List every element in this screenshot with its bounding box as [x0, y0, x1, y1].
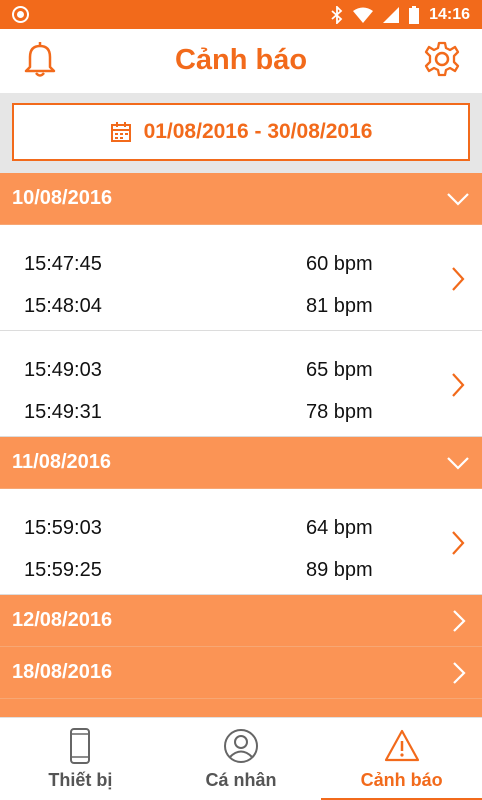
alert-value: 78 bpm	[306, 401, 373, 423]
alert-time: 15:49:31	[24, 401, 102, 423]
chevron-right-icon	[452, 267, 465, 291]
status-icons: 14:16	[331, 0, 470, 29]
alert-time: 15:59:25	[24, 559, 102, 581]
group-header[interactable]: 12/08/2016	[0, 595, 482, 647]
tab-alerts[interactable]: Cảnh báo	[321, 718, 482, 800]
tab-label: Thiết bị	[48, 770, 113, 790]
status-time: 14:16	[429, 5, 470, 23]
group-date: 12/08/2016	[12, 609, 113, 631]
chevron-right-icon	[453, 610, 466, 632]
chevron-right-icon	[452, 531, 465, 555]
alert-time: 15:48:04	[24, 295, 102, 317]
alert-value: 89 bpm	[306, 559, 373, 581]
group-date: 11/08/2016	[12, 451, 111, 473]
chevron-down-icon	[447, 457, 469, 470]
alert-list: 10/08/2016 15:47:45 60 bpm 15:48:04 81 b…	[0, 173, 482, 717]
page-title: Cảnh báo	[174, 44, 308, 76]
chevron-down-icon	[447, 193, 469, 206]
alert-time: 15:47:45	[24, 253, 102, 275]
calendar-icon	[110, 122, 131, 142]
tab-profile[interactable]: Cá nhân	[161, 718, 322, 800]
alert-value: 60 bpm	[306, 253, 373, 275]
warning-icon	[384, 729, 419, 762]
phone-icon	[70, 728, 91, 764]
alert-value: 64 bpm	[306, 517, 373, 539]
group-header[interactable]	[0, 699, 482, 717]
group-header[interactable]: 11/08/2016	[0, 437, 482, 489]
list-item[interactable]: 15:49:03 65 bpm 15:49:31 78 bpm	[0, 331, 482, 437]
list-item[interactable]: 15:47:45 60 bpm 15:48:04 81 bpm	[0, 225, 482, 331]
list-item[interactable]: 15:59:03 64 bpm 15:59:25 89 bpm	[0, 489, 482, 595]
group-header[interactable]: 18/08/2016	[0, 647, 482, 699]
group-header[interactable]: 10/08/2016	[0, 173, 482, 225]
date-range-button[interactable]: 01/08/2016 - 30/08/2016	[12, 103, 470, 161]
wifi-icon	[353, 7, 374, 23]
tab-label: Cảnh báo	[360, 770, 443, 790]
person-icon	[224, 729, 258, 763]
chevron-right-icon	[453, 662, 466, 684]
group-date: 18/08/2016	[12, 661, 113, 683]
date-filter-area: 01/08/2016 - 30/08/2016	[0, 93, 482, 173]
chevron-right-icon	[452, 373, 465, 397]
bluetooth-icon	[331, 5, 343, 24]
signal-icon	[383, 6, 400, 23]
tab-label: Cá nhân	[205, 770, 277, 790]
date-range-label: 01/08/2016 - 30/08/2016	[143, 120, 373, 143]
tab-devices[interactable]: Thiết bị	[0, 718, 161, 800]
alert-time: 15:49:03	[24, 359, 102, 381]
app-notification-icon	[12, 6, 29, 23]
bottom-tab-bar: Thiết bị Cá nhân Cảnh báo	[0, 717, 482, 800]
status-bar: 14:16	[0, 0, 482, 29]
group-date: 10/08/2016	[12, 187, 113, 209]
alert-value: 81 bpm	[306, 295, 373, 317]
app-header: Cảnh báo	[0, 29, 482, 93]
alert-value: 65 bpm	[306, 359, 373, 381]
battery-icon	[409, 5, 420, 24]
gear-icon[interactable]	[424, 41, 460, 77]
alert-time: 15:59:03	[24, 517, 102, 539]
